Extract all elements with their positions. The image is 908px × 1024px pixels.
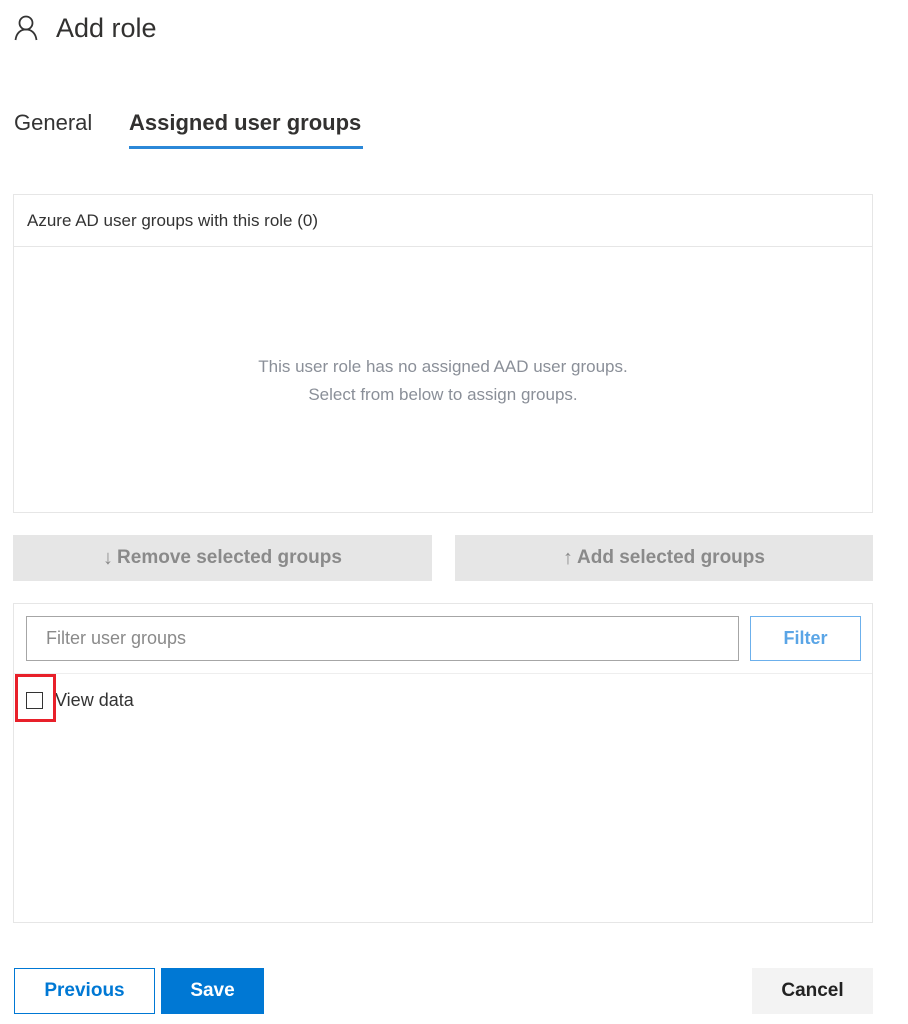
arrow-up-icon: ↑ [563,546,574,569]
tab-general[interactable]: General [14,106,92,140]
page-title: Add role [56,12,157,43]
list-item-label: View data [55,689,134,710]
active-tab-indicator [129,146,363,149]
available-groups-panel: Filter View data [13,603,873,923]
list-divider [14,673,872,674]
empty-state-line-2: Select from below to assign groups. [308,385,578,404]
person-icon [14,15,38,41]
add-selected-groups-button[interactable]: ↑ Add selected groups [455,535,873,581]
assigned-groups-header: Azure AD user groups with this role (0) [14,195,872,247]
view-data-checkbox[interactable] [26,691,43,709]
previous-button[interactable]: Previous [14,968,155,1014]
tab-assigned-user-groups[interactable]: Assigned user groups [129,106,361,140]
add-selected-groups-label: Add selected groups [577,547,765,568]
empty-state-line-1: This user role has no assigned AAD user … [258,357,628,376]
remove-selected-groups-button[interactable]: ↓ Remove selected groups [13,535,432,581]
assigned-groups-panel: Azure AD user groups with this role (0) … [13,194,873,513]
filter-button[interactable]: Filter [750,616,861,661]
remove-selected-groups-label: Remove selected groups [117,547,342,568]
page-header: Add role [14,10,157,46]
filter-user-groups-input[interactable] [26,616,739,661]
cancel-button[interactable]: Cancel [752,968,873,1014]
list-item[interactable]: View data [26,688,134,712]
empty-state-message: This user role has no assigned AAD user … [14,353,872,409]
save-button[interactable]: Save [161,968,264,1014]
arrow-down-icon: ↓ [103,546,114,569]
